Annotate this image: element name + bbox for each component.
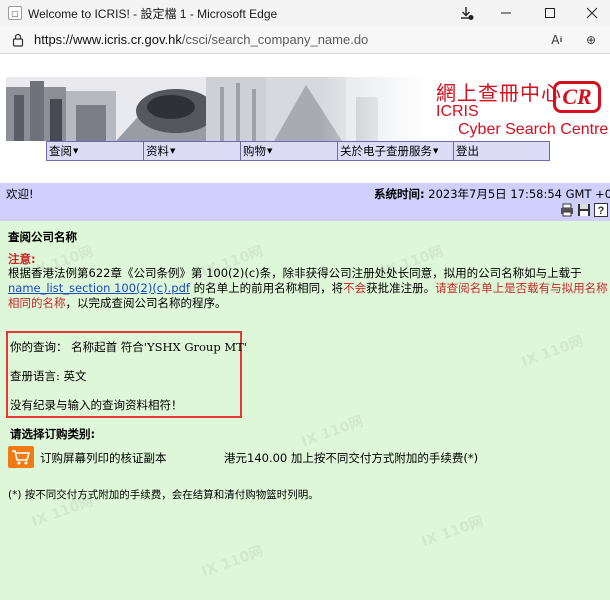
section-title: 查阅公司名称 — [8, 230, 77, 244]
notice-line-3: 相同的名称，以完成查阅公司名称的程序。 — [8, 295, 227, 311]
logo-chinese: 網上查冊中心 — [436, 81, 562, 105]
system-time-value: 2023年7月5日 17:58:54 GMT +0800 — [428, 187, 610, 201]
system-time-label: 系统时间: — [374, 187, 425, 201]
zoom-icon[interactable]: ⊕ — [580, 30, 602, 50]
logo-icris: ICRIS — [436, 103, 479, 120]
caret-down-icon: ▼ — [170, 147, 176, 155]
notice-line-2: name_list_section 100(2)(c).pdf 的名单上的前用名… — [8, 280, 608, 296]
notice-not-text: 不会 — [343, 281, 367, 295]
query-line: 你的查询： 名称起首 符合'YSHX Group MT' — [10, 339, 247, 355]
url-text[interactable]: https://www.icris.cr.gov.hk/csci/search_… — [34, 32, 368, 47]
main-content: IX 110网 IX 110网 IX 110网 IX 110网 IX 110网 … — [0, 221, 610, 600]
minimize-button[interactable] — [484, 0, 528, 26]
read-aloud-icon[interactable]: Aⅱ — [546, 30, 568, 50]
query-value: 名称起首 符合'YSHX Group MT' — [71, 340, 247, 354]
download-icon[interactable] — [444, 0, 488, 26]
main-menu: 查阅 ▼ 资料 ▼ 购物 ▼ 关於电子查册服务 ▼ 登出 — [46, 141, 550, 161]
logo-cyber-search-centre: Cyber Search Centre — [458, 121, 609, 138]
watermark: IX 110网 — [299, 413, 366, 451]
menu-item-search[interactable]: 查阅 ▼ — [47, 142, 144, 160]
help-icon[interactable]: ? — [594, 203, 608, 217]
web-page: 網上查冊中心 CR ICRIS Cyber Search Centre 查阅 ▼ … — [0, 55, 610, 600]
close-button[interactable] — [570, 0, 610, 26]
cr-logo-icon: CR — [553, 81, 601, 113]
welcome-text: 欢迎! — [6, 187, 34, 201]
address-bar[interactable]: https://www.icris.cr.gov.hk/csci/search_… — [0, 26, 610, 54]
notice-red-text: 请查阅名单上是否载有与拟用名称 — [435, 281, 608, 295]
no-result-message: 没有纪录与输入的查询资料相符！ — [10, 398, 183, 412]
watermark: IX 110网 — [519, 333, 586, 371]
caret-down-icon: ▼ — [433, 147, 439, 155]
notice-text: 的名单上的前用名称相同，将 — [189, 281, 344, 295]
menu-item-label: 购物 — [243, 144, 266, 158]
banner-photo-collage — [6, 77, 426, 141]
notice-red-text: 相同的名称 — [8, 296, 66, 310]
printer-icon[interactable] — [560, 203, 574, 217]
svg-text:?: ? — [598, 205, 605, 217]
url-host: https://www.icris.cr.gov.hk — [34, 32, 182, 47]
page-tools: ? — [560, 203, 608, 217]
menu-item-shopping[interactable]: 购物 ▼ — [241, 142, 338, 160]
query-label: 你的查询： — [10, 340, 68, 354]
lock-icon[interactable] — [10, 32, 26, 48]
watermark: IX 110网 — [199, 543, 266, 581]
caret-down-icon: ▼ — [73, 147, 79, 155]
order-price: 港元140.00 加上按不同交付方式附加的手续费(*) — [224, 451, 479, 465]
url-path: /csci/search_company_name.do — [181, 32, 369, 47]
notice-line-1: 根据香港法例第622章《公司条例》第 100(2)(c)条，除非获得公司注册处处… — [8, 266, 582, 280]
window-title: Welcome to ICRIS! - 設定檔 1 - Microsoft Ed… — [28, 6, 278, 21]
menu-item-label: 查阅 — [49, 144, 72, 158]
menu-item-about[interactable]: 关於电子查册服务 ▼ — [338, 142, 454, 160]
maximize-button[interactable] — [528, 0, 572, 26]
notice-text: 获批准注册。 — [366, 281, 436, 295]
order-section-title: 请选择订购类别: — [10, 427, 96, 441]
footnote: (*) 按不同交付方式附加的手续费，会在结算和清付购物篮时列明。 — [8, 489, 319, 501]
read-aloud-label: A — [551, 33, 560, 47]
status-bar: 欢迎! 系统时间: 2023年7月5日 17:58:54 GMT +0800 ? — [0, 183, 610, 221]
menu-item-label: 登出 — [456, 144, 479, 158]
name-list-pdf-link[interactable]: name_list_section 100(2)(c).pdf — [8, 281, 190, 295]
order-item-link[interactable]: 订购屏幕列印的核证副本 — [40, 450, 167, 466]
watermark: IX 110网 — [419, 513, 486, 551]
menu-item-label: 资料 — [146, 144, 169, 158]
caret-down-icon: ▼ — [267, 147, 273, 155]
notice-text: ，以完成查阅公司名称的程序。 — [65, 296, 227, 310]
language-value: 英文 — [63, 369, 87, 383]
system-time: 系统时间: 2023年7月5日 17:58:54 GMT +0800 — [374, 186, 610, 202]
shopping-cart-icon[interactable] — [8, 446, 34, 468]
menu-item-info[interactable]: 资料 ▼ — [144, 142, 241, 160]
search-result-box: 你的查询： 名称起首 符合'YSHX Group MT' 查册语言: 英文 没有… — [6, 331, 247, 418]
save-icon[interactable] — [577, 203, 591, 217]
menu-item-label: 关於电子查册服务 — [340, 144, 432, 158]
tab-favicon-icon: ▢ — [8, 6, 22, 20]
site-banner: 網上查冊中心 CR ICRIS Cyber Search Centre — [6, 77, 610, 141]
menu-item-logout[interactable]: 登出 — [454, 142, 549, 160]
language-label: 查册语言: — [10, 369, 60, 383]
window-titlebar: ▢ Welcome to ICRIS! - 設定檔 1 - Microsoft … — [0, 0, 610, 26]
language-line: 查册语言: 英文 — [10, 368, 87, 384]
